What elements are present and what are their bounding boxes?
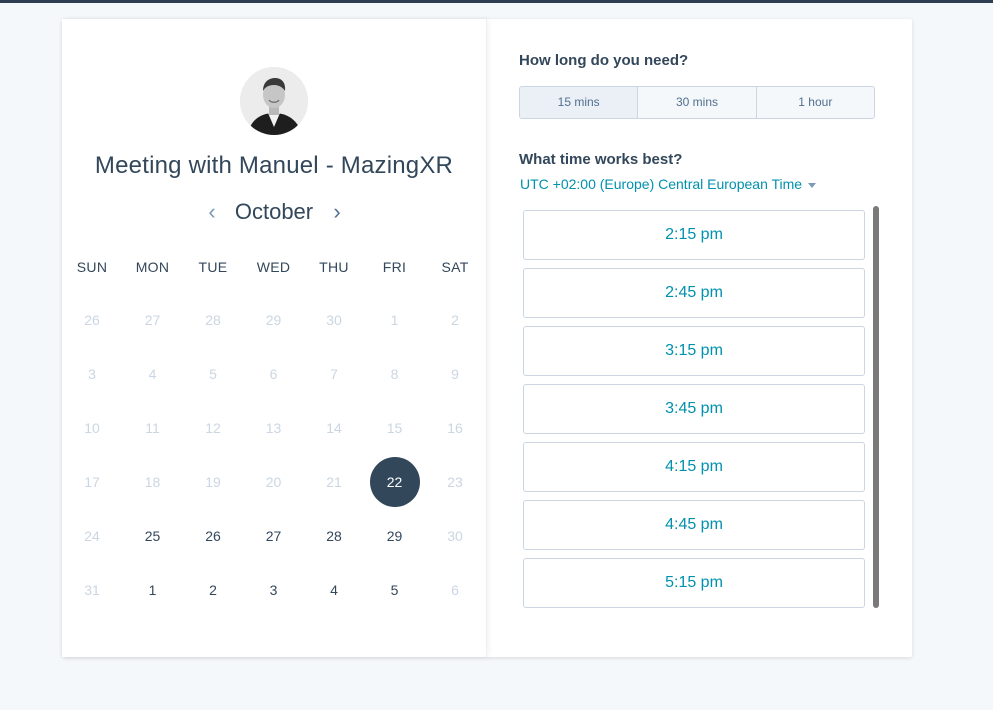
calendar-day: 28 [205,312,221,328]
calendar-day: 30 [447,528,463,544]
month-label: October [234,199,314,224]
calendar-day: 8 [390,366,399,382]
calendar-day: 6 [269,366,278,382]
timezone-label: UTC +02:00 (Europe) Central European Tim… [520,176,803,192]
calendar-day[interactable]: 2 [188,565,238,615]
calendar-day[interactable]: 27 [249,511,299,561]
calendar-panel: Meeting with Manuel - MazingXR ‹ October… [62,19,486,657]
calendar-day: 9 [451,366,459,382]
scrollbar[interactable] [873,206,879,608]
top-bar [0,0,993,3]
avatar [240,67,308,135]
calendar-day: 5 [209,366,217,382]
calendar-day: 17 [84,474,100,490]
calendar-day[interactable]: 26 [188,511,238,561]
calendar-day: 19 [205,474,221,490]
month-navigation: ‹ October › [62,199,486,229]
time-slot-button[interactable]: 2:45 pm [523,268,865,318]
calendar-day[interactable]: 5 [370,565,420,615]
calendar-day: 3 [88,366,96,382]
calendar-day[interactable]: 3 [249,565,299,615]
calendar-day: 31 [84,582,100,598]
duration-label: How long do you need? [519,52,689,69]
calendar-day[interactable]: 1 [128,565,178,615]
weekday-thu: THU [319,259,349,275]
calendar-day[interactable]: 25 [128,511,178,561]
calendar-day: 26 [84,312,100,328]
time-slot-button[interactable]: 3:15 pm [523,326,865,376]
calendar-day: 7 [330,366,338,382]
calendar-day: 15 [386,420,403,436]
calendar-day: 4 [148,366,157,382]
time-slot-button[interactable]: 3:45 pm [523,384,865,434]
calendar-day: 10 [84,420,100,436]
calendar-day: 21 [326,474,342,490]
calendar-day: 20 [265,474,282,490]
time-slot-button[interactable]: 4:45 pm [523,500,865,550]
chevron-right-icon[interactable]: › [327,201,347,225]
calendar-day: 30 [326,312,342,328]
duration-selector: 15 mins 30 mins 1 hour [519,86,875,119]
time-label: What time works best? [519,151,683,168]
time-slot-button[interactable]: 4:15 pm [523,442,865,492]
timezone-select[interactable]: UTC +02:00 (Europe) Central European Tim… [520,176,817,192]
booking-card: Meeting with Manuel - MazingXR ‹ October… [62,19,912,657]
duration-option-15-mins[interactable]: 15 mins [520,87,639,118]
calendar-day: 13 [265,420,282,436]
caret-down-icon [808,182,817,188]
calendar-day: 18 [144,474,161,490]
calendar-day: 27 [144,312,161,328]
calendar-day: 12 [205,420,221,436]
calendar-day: 14 [326,420,342,436]
calendar-day: 23 [447,474,463,490]
weekday-tue: TUE [198,259,228,275]
weekday-header: SUN MON TUE WED THU FRI SAT [62,259,486,279]
time-panel: How long do you need? 15 mins 30 mins 1 ho… [487,19,912,657]
weekday-sat: SAT [441,259,469,275]
weekday-fri: FRI [382,259,407,275]
calendar-day[interactable]: 4 [309,565,359,615]
calendar-day[interactable]: 28 [309,511,359,561]
meeting-title: Meeting with Manuel - MazingXR [94,152,454,179]
duration-option-1-hour[interactable]: 1 hour [757,87,874,118]
calendar-day: 24 [84,528,100,544]
time-slot-button[interactable]: 2:15 pm [523,210,865,260]
time-slot-button[interactable]: 5:15 pm [523,558,865,608]
person-photo-icon [240,67,308,135]
calendar-day[interactable]: 29 [370,511,420,561]
calendar-day: 6 [451,582,459,598]
chevron-left-icon[interactable]: ‹ [202,201,222,225]
weekday-wed: WED [256,259,291,275]
weekday-mon: MON [135,259,170,275]
calendar-day: 29 [265,312,282,328]
duration-option-30-mins[interactable]: 30 mins [638,87,757,118]
calendar-day: 1 [390,312,399,328]
calendar-day-selected[interactable]: 22 [369,457,420,507]
calendar-day: 2 [451,312,459,328]
calendar-day: 11 [145,420,160,436]
weekday-sun: SUN [76,259,108,275]
calendar-day: 16 [447,420,463,436]
